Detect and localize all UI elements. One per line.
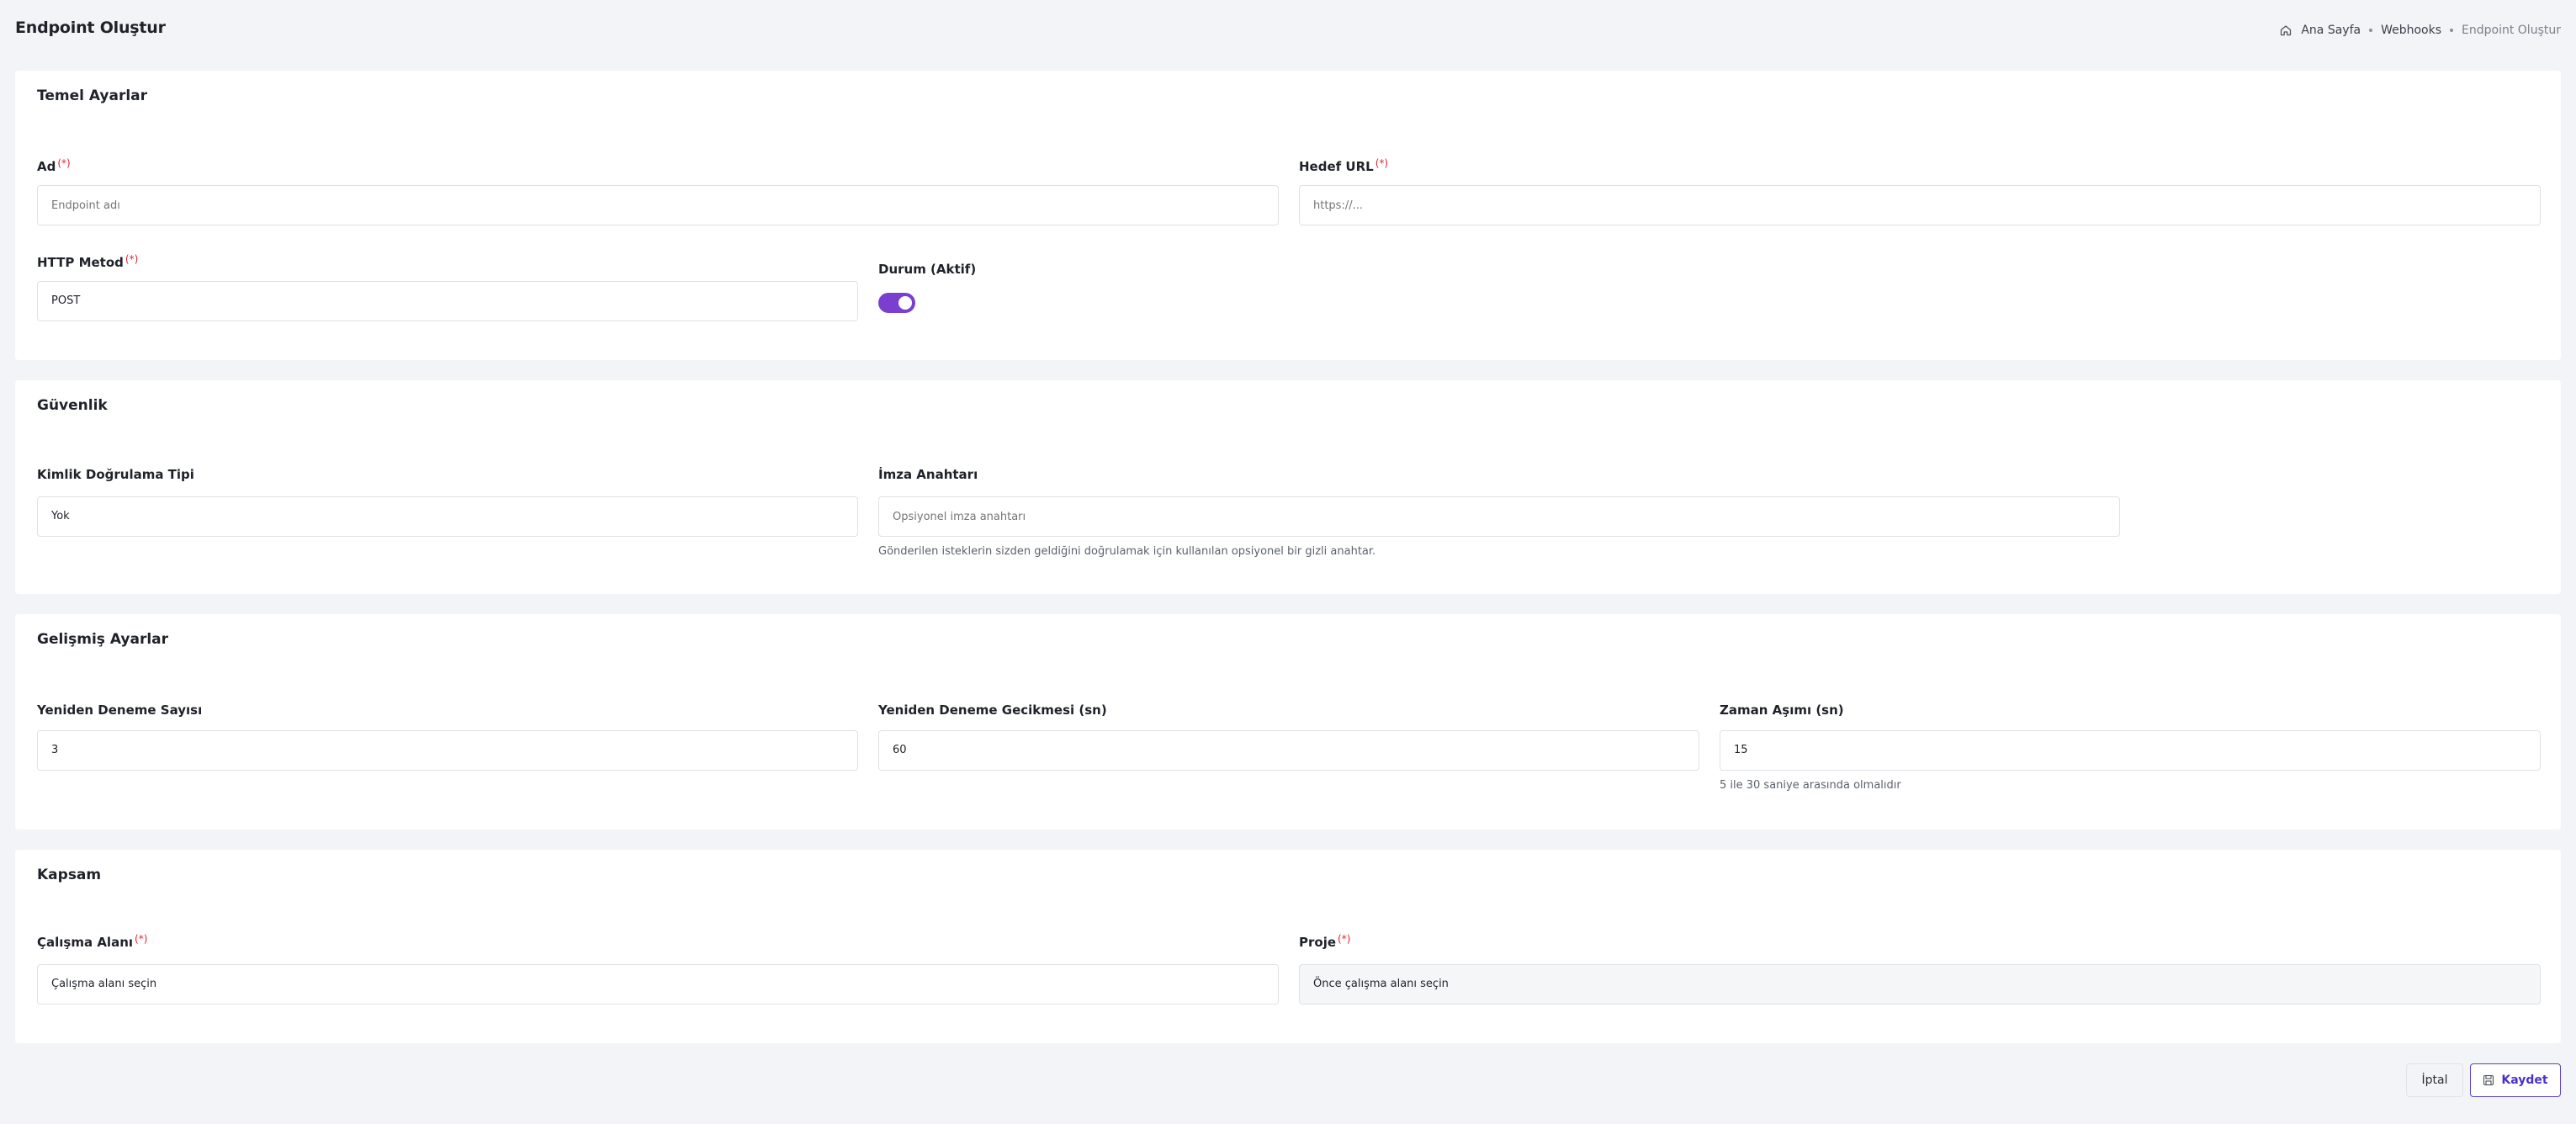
workspace-label: Çalışma Alanı (*) <box>37 933 1279 951</box>
required-marker: (*) <box>1375 157 1389 169</box>
required-marker: (*) <box>125 253 139 265</box>
advanced-settings-title: Gelişmiş Ayarlar <box>37 631 169 648</box>
timeout-label: Zaman Aşımı (sn) <box>1720 702 1844 718</box>
save-icon <box>2483 1074 2494 1086</box>
project-field: Proje (*) Önce çalışma alanı seçin <box>1299 933 2541 1010</box>
retry-delay-field: Yeniden Deneme Gecikmesi (sn) 60 <box>878 702 1699 771</box>
cancel-button-label: İptal <box>2421 1074 2448 1087</box>
security-card: Güvenlik Kimlik Doğrulama Tipi Yok İmza … <box>15 380 2561 594</box>
status-field: Durum (Aktif) <box>878 261 1131 320</box>
retry-count-field: Yeniden Deneme Sayısı 3 <box>37 702 858 771</box>
project-select[interactable]: Önce çalışma alanı seçin <box>1299 964 2541 1005</box>
auth-type-select[interactable]: Yok <box>37 496 858 537</box>
status-toggle[interactable] <box>878 293 915 313</box>
signing-key-label: İmza Anahtarı <box>878 467 978 482</box>
timeout-help: 5 ile 30 saniye arasında olmalıdır <box>1720 779 1901 792</box>
http-method-label-text: HTTP Metod <box>37 255 124 270</box>
signing-key-input[interactable] <box>878 496 2120 537</box>
cancel-button[interactable]: İptal <box>2406 1063 2463 1097</box>
breadcrumb-separator <box>2450 29 2454 32</box>
basic-settings-card: Temel Ayarlar Ad(*) Hedef URL(*) HTTP Me… <box>15 71 2561 360</box>
security-title: Güvenlik <box>37 397 108 414</box>
retry-count-label: Yeniden Deneme Sayısı <box>37 702 203 718</box>
toggle-knob <box>898 296 912 310</box>
name-label: Ad (*) <box>37 157 1279 175</box>
scope-title: Kapsam <box>37 867 102 883</box>
required-marker: (*) <box>135 933 148 945</box>
breadcrumb: Ana Sayfa Webhooks Endpoint Oluştur <box>2279 24 2561 37</box>
required-marker: (*) <box>1338 933 1351 945</box>
home-icon <box>2281 25 2292 36</box>
retry-count-input[interactable]: 3 <box>37 730 858 771</box>
advanced-settings-card: Gelişmiş Ayarlar Yeniden Deneme Sayısı 3… <box>15 614 2561 830</box>
target-url-input[interactable] <box>1299 185 2541 225</box>
signing-key-help: Gönderilen isteklerin sizden geldiğini d… <box>878 545 1376 558</box>
target-url-label: Hedef URL (*) <box>1299 157 2541 175</box>
project-label: Proje (*) <box>1299 933 2541 951</box>
name-label-text: Ad <box>37 159 56 174</box>
retry-delay-input[interactable]: 60 <box>878 730 1699 771</box>
auth-type-field: Kimlik Doğrulama Tipi Yok <box>37 466 858 537</box>
http-method-field: HTTP Metod (*) POST <box>37 253 858 321</box>
page-header: Endpoint Oluştur Ana Sayfa Webhooks Endp… <box>0 0 2576 67</box>
breadcrumb-current: Endpoint Oluştur <box>2462 24 2561 37</box>
breadcrumb-separator <box>2369 29 2373 32</box>
save-button[interactable]: Kaydet <box>2470 1063 2561 1097</box>
workspace-select[interactable]: Çalışma alanı seçin <box>37 964 1279 1005</box>
workspace-field: Çalışma Alanı (*) Çalışma alanı seçin <box>37 933 1279 1010</box>
breadcrumb-webhooks-link[interactable]: Webhooks <box>2381 24 2441 37</box>
status-label: Durum (Aktif) <box>878 262 977 277</box>
target-url-label-text: Hedef URL <box>1299 159 1374 174</box>
retry-delay-label: Yeniden Deneme Gecikmesi (sn) <box>878 702 1107 718</box>
timeout-input[interactable]: 15 <box>1720 730 2541 771</box>
name-field: Ad (*) <box>37 157 1279 225</box>
project-label-text: Proje <box>1299 935 1337 950</box>
save-button-label: Kaydet <box>2501 1074 2548 1087</box>
breadcrumb-home-link[interactable]: Ana Sayfa <box>2301 24 2361 37</box>
timeout-field: Zaman Aşımı (sn) 15 5 ile 30 saniye aras… <box>1720 702 2541 794</box>
http-method-select[interactable]: POST <box>37 281 858 321</box>
signing-key-field: İmza Anahtarı Gönderilen isteklerin sizd… <box>878 466 2120 559</box>
name-input[interactable] <box>37 185 1279 225</box>
target-url-field: Hedef URL (*) <box>1299 157 2541 225</box>
page-title: Endpoint Oluştur <box>15 19 166 37</box>
required-marker: (*) <box>57 157 71 169</box>
scope-card: Kapsam Çalışma Alanı (*) Çalışma alanı se… <box>15 850 2561 1043</box>
http-method-label: HTTP Metod (*) <box>37 253 858 271</box>
basic-settings-title: Temel Ayarlar <box>37 87 148 104</box>
workspace-label-text: Çalışma Alanı <box>37 935 134 950</box>
auth-type-label: Kimlik Doğrulama Tipi <box>37 467 194 482</box>
